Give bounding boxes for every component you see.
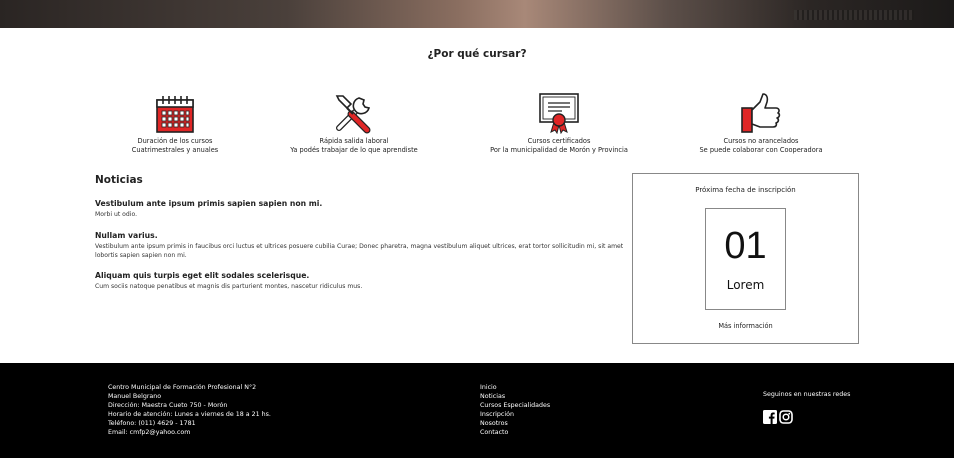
footer-hours: Horario de atención: Lunes a viernes de … [108,410,271,419]
news-item-title[interactable]: Vestibulum ante ipsum primis sapien sapi… [95,199,625,209]
footer-phone: Teléfono: (011) 4629 - 1781 [108,419,271,428]
social-title: Seguinos en nuestras redes [763,391,851,398]
footer-nav-inicio[interactable]: Inicio [480,383,550,392]
news-item-body: Vestibulum ante ipsum primis in faucibus… [95,243,624,259]
footer-address-label: Dirección: [108,402,140,410]
footer-nav-contacto[interactable]: Contacto [480,428,550,437]
news-item: Vestibulum ante ipsum primis sapien sapi… [95,199,625,219]
footer: Centro Municipal de Formación Profesiona… [0,363,954,458]
news-item-body: Morbi ut odio. [95,211,138,218]
calendar-icon [156,96,194,133]
feature-title: Cursos no arancelados [723,137,799,145]
enrollment-title: Próxima fecha de inscripción [695,186,796,194]
footer-address-value: Maestra Cueto 750 - Morón [141,402,228,410]
enrollment-date-box: 01 Lorem [705,208,786,310]
feature-title: Duración de los cursos [137,137,213,145]
footer-nav: Inicio Noticias Cursos Especialidades In… [480,383,550,438]
footer-nav-nosotros[interactable]: Nosotros [480,419,550,428]
footer-phone-value: (011) 4629 - 1781 [138,420,196,428]
feature-subtitle: Por la municipalidad de Morón y Provinci… [490,146,628,154]
feature-subtitle: Ya podés trabajar de lo que aprendiste [290,146,418,154]
enrollment-panel: Próxima fecha de inscripción 01 Lorem Má… [632,173,859,344]
footer-email-label: Email: [108,429,128,437]
footer-email-value[interactable]: cmfp2@yahoo.com [130,429,191,436]
feature-subtitle: Cuatrimestrales y anuales [131,146,219,154]
footer-phone-label: Teléfono: [108,420,137,428]
footer-hours-value: Lunes a viernes de 18 a 21 hs. [174,411,271,419]
thumbs-up-icon [741,93,781,133]
feature-free: Cursos no arancelados Se puede colaborar… [671,92,851,155]
news-item: Nullam varius. Vestibulum ante ipsum pri… [95,231,625,260]
footer-hours-label: Horario de atención: [108,411,173,419]
footer-email: Email: cmfp2@yahoo.com [108,428,271,437]
news-item-title[interactable]: Nullam varius. [95,231,625,241]
feature-subtitle: Se puede colaborar con Cooperadora [699,146,823,154]
footer-org: Centro Municipal de Formación Profesiona… [108,384,257,391]
footer-nav-inscripcion[interactable]: Inscripción [480,410,550,419]
feature-duration: Duración de los cursos Cuatrimestrales y… [85,92,265,155]
enrollment-month: Lorem [726,278,765,292]
news-item-title[interactable]: Aliquam quis turpis eget elit sodales sc… [95,271,625,281]
footer-contact: Centro Municipal de Formación Profesiona… [108,383,271,438]
footer-address: Dirección: Maestra Cueto 750 - Morón [108,401,271,410]
social-links [763,409,793,424]
certificate-icon [539,93,579,134]
facebook-icon[interactable] [763,409,777,424]
news-item: Aliquam quis turpis eget elit sodales sc… [95,271,625,291]
news-section-title: Noticias [95,174,143,186]
tools-icon [335,95,371,134]
why-section-title: ¿Por qué cursar? [427,48,527,60]
feature-title: Cursos certificados [527,137,591,145]
more-info-link[interactable]: Más información [633,322,858,330]
feature-employment: Rápida salida laboral Ya podés trabajar … [264,92,444,155]
enrollment-day: 01 [724,225,767,267]
feature-title: Rápida salida laboral [319,137,389,145]
news-item-body: Cum sociis natoque penatibus et magnis d… [95,283,363,290]
feature-certified: Cursos certificados Por la municipalidad… [469,92,649,155]
hero-banner-image [0,0,954,28]
footer-nav-cursos[interactable]: Cursos Especialidades [480,401,550,410]
instagram-icon[interactable] [779,409,793,424]
footer-nav-noticias[interactable]: Noticias [480,392,550,401]
footer-org-name: Manuel Belgrano [108,393,162,401]
